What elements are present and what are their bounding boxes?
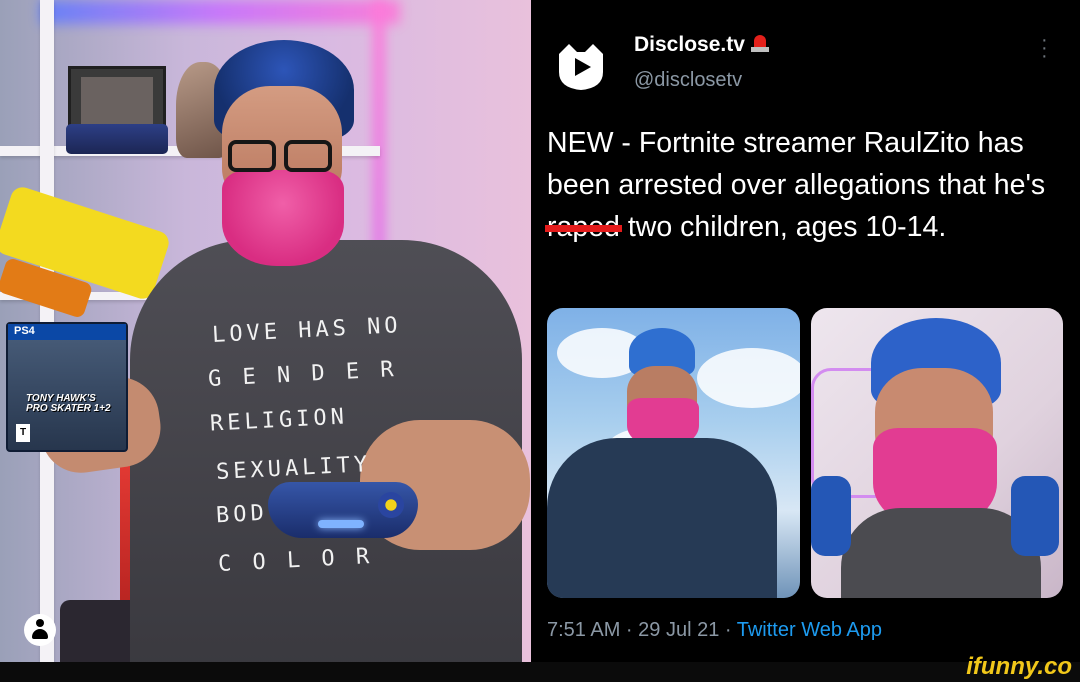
disclose-logo-icon[interactable] — [553, 38, 609, 94]
user-avatar-icon[interactable] — [24, 614, 56, 646]
game-title: TONY HAWK'S PRO SKATER 1+2 — [26, 394, 111, 414]
game-box: PS4 TONY HAWK'S PRO SKATER 1+2 T — [6, 322, 128, 452]
footer-bar — [0, 662, 1080, 682]
gamepad-icon — [268, 482, 418, 538]
more-vertical-icon[interactable]: · · · — [1041, 30, 1048, 66]
source-app-link[interactable]: Twitter Web App — [737, 619, 882, 641]
ps4-logo: PS4 — [14, 325, 35, 337]
led-light-strip — [40, 0, 400, 24]
tweet-text-part: two children, ages 10-14. — [619, 211, 947, 243]
rotating-light-emoji — [750, 33, 769, 53]
display-name[interactable]: Disclose.tv — [634, 33, 769, 57]
timestamp-text: 7:51 AM · 29 Jul 21 · — [547, 619, 737, 641]
tweet-text: NEW - Fortnite streamer RaulZito has bee… — [545, 122, 1067, 248]
esrb-rating: T — [16, 424, 30, 442]
left-photo: LOVE HAS NO G E N D E R RELIGION SEXUALI… — [0, 0, 531, 662]
tweet-image-gaming[interactable] — [811, 308, 1063, 598]
shirt-text-line: BOD — [215, 500, 269, 529]
redacted-word: raped — [545, 206, 622, 248]
tweet-image-outdoor[interactable] — [547, 308, 800, 598]
pink-beard — [222, 170, 344, 266]
ifunny-watermark: ifunny.co — [966, 653, 1072, 680]
tweet-card: Disclose.tv @disclosetv · · · NEW - Fortni… — [531, 0, 1080, 662]
tweet-text-part: NEW - Fortnite streamer RaulZito has bee… — [547, 127, 1046, 201]
tweet-timestamp: 7:51 AM · 29 Jul 21 · Twitter Web App — [547, 619, 882, 642]
toy-bus — [66, 124, 168, 154]
game-title-line: PRO SKATER 1+2 — [26, 403, 111, 414]
glasses-icon — [222, 140, 336, 174]
display-name-text[interactable]: Disclose.tv — [634, 33, 745, 56]
user-handle[interactable]: @disclosetv — [634, 69, 742, 92]
